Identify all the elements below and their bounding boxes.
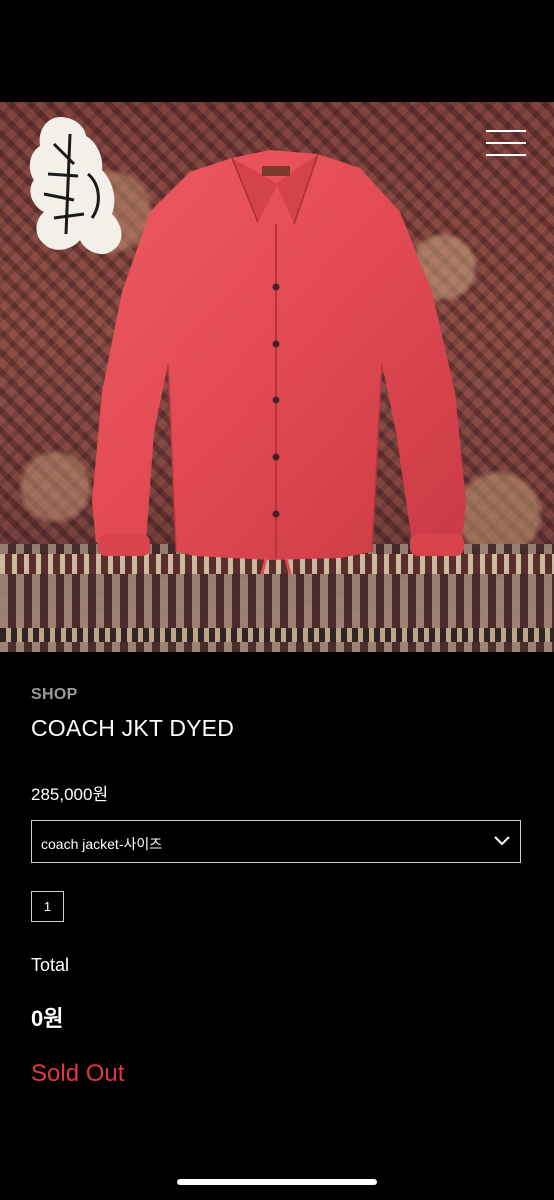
home-indicator[interactable] (177, 1179, 377, 1185)
total-value: 0원 (31, 1006, 64, 1031)
product-price: 285,000원 (31, 785, 109, 804)
product-title: COACH JKT DYED (31, 715, 235, 741)
brand-logo-icon[interactable] (14, 114, 129, 264)
total-label: Total (31, 955, 70, 975)
product-hero-image[interactable] (0, 102, 554, 652)
size-option-value: coach jacket-사이즈 (41, 836, 163, 852)
menu-icon[interactable] (486, 130, 526, 156)
size-option-select[interactable]: coach jacket-사이즈 (31, 820, 521, 863)
breadcrumb[interactable]: SHOP (31, 686, 78, 704)
chevron-down-icon (494, 836, 510, 846)
quantity-input[interactable]: 1 (31, 891, 64, 922)
sold-out-button[interactable]: Sold Out (31, 1060, 124, 1088)
